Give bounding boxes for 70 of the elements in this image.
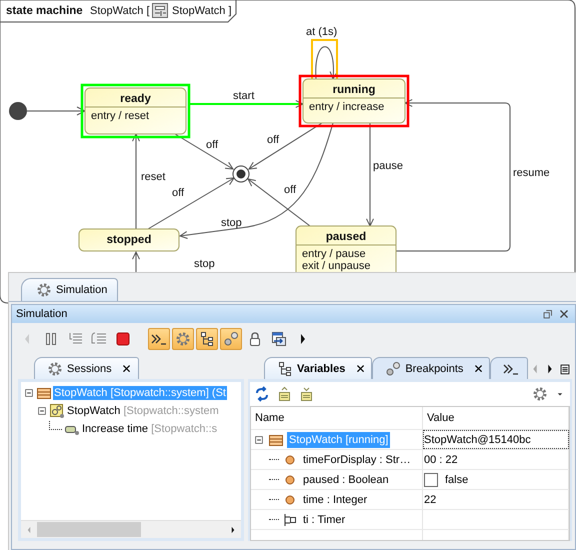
pane-tab[interactable]: Sessions ✕ (34, 357, 139, 379)
variable-name[interactable]: paused : Boolean (301, 472, 391, 488)
horizontal-scrollbar[interactable] (21, 520, 241, 538)
variable-value: 22 (424, 494, 436, 506)
state-name: paused (326, 231, 366, 243)
toolbar-button[interactable] (196, 328, 218, 350)
variable-name[interactable]: timeForDisplay : Str… (301, 452, 413, 468)
view-tab[interactable]: Simulation (21, 278, 118, 301)
transition-label: off (284, 184, 296, 196)
checkbox[interactable] (424, 472, 438, 486)
tree-icon (199, 331, 215, 347)
state-behavior: entry / reset (91, 110, 150, 122)
tree-item[interactable]: StopWatch [Stopwatch::system (66, 404, 220, 418)
tray-down-icon[interactable] (298, 386, 314, 402)
transition-label: reset (141, 171, 166, 183)
refresh-icon[interactable] (254, 386, 270, 402)
shapes-icon (49, 403, 65, 419)
circles-icon (385, 360, 402, 376)
striped-box-icon (36, 385, 52, 401)
close-button[interactable]: ✕ (355, 362, 366, 376)
circles-icon (223, 331, 239, 347)
state-name: ready (120, 93, 151, 105)
diagram-name: StopWatch [ (90, 5, 150, 17)
pane-tab[interactable]: Breakpoints ✕ (372, 357, 490, 379)
transition-label: off (206, 139, 218, 151)
diagram-kind: state machine (6, 5, 83, 17)
transition-label: at (1s) (306, 26, 338, 38)
lock-icon (247, 331, 263, 347)
variable-value: 00 : 22 (424, 454, 458, 466)
column-header[interactable]: Name (251, 407, 423, 429)
gear-icon[interactable] (532, 386, 548, 402)
pause-icon (43, 331, 59, 347)
transition-label: resume (513, 167, 550, 179)
state-behavior: entry / increase (309, 101, 384, 113)
toolbar-button[interactable] (148, 328, 170, 350)
gear-icon[interactable] (47, 360, 63, 376)
restore-icon[interactable] (541, 307, 555, 321)
transition-label: stop (194, 258, 215, 270)
transition-label: start (233, 90, 254, 102)
close-button[interactable]: ✕ (473, 362, 484, 376)
transition-label: off (267, 134, 280, 146)
tray-up-icon[interactable] (276, 386, 292, 402)
transition-label: off (172, 187, 184, 199)
initial-state (9, 102, 27, 120)
state-name: running (332, 84, 376, 96)
stop-icon (115, 331, 131, 347)
column-header[interactable]: Value (423, 407, 569, 429)
variable-name[interactable]: ti : Timer (301, 512, 348, 528)
transition-arrow (26, 106, 86, 116)
transition-label: pause (373, 160, 403, 172)
close-button[interactable]: ✕ (122, 362, 132, 376)
gear-icon[interactable] (36, 282, 52, 298)
variable-value: StopWatch@15140bc (424, 434, 531, 446)
block-icon (152, 3, 168, 18)
final-state (232, 166, 250, 182)
transition-arrow (315, 46, 338, 80)
tree-item[interactable]: Increase time [Stopwatch::s (81, 422, 218, 436)
variable-value: false (445, 474, 468, 486)
transition-label: stop (221, 217, 242, 229)
pane-tab[interactable] (490, 357, 528, 379)
view-title: Simulation (16, 308, 68, 320)
state-name: stopped (106, 234, 152, 246)
pane-tab[interactable]: Variables ✕ (264, 357, 372, 379)
variable-name[interactable]: time : Integer (301, 492, 370, 508)
diagram-owner: StopWatch ] (172, 5, 232, 17)
state-behavior: exit / unpause (302, 260, 370, 272)
port-icon (282, 512, 298, 528)
state-behavior: entry / pause (302, 248, 366, 260)
tree-icon (277, 360, 293, 376)
export-icon (271, 331, 287, 347)
